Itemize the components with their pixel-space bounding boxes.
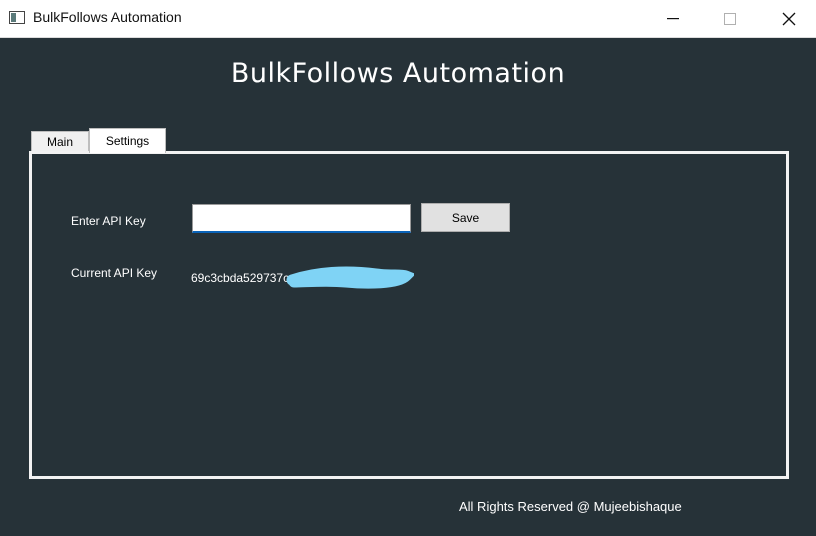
app-window-icon [9,11,25,24]
close-button[interactable] [766,0,812,37]
settings-panel [29,151,789,479]
api-key-input[interactable] [192,204,411,233]
tab-main[interactable]: Main [31,131,89,152]
footer-copyright: All Rights Reserved @ Mujeebishaque [459,499,682,514]
maximize-icon [724,12,736,25]
current-api-key-label: Current API Key [71,266,158,280]
window-titlebar: BulkFollows Automation [0,0,816,38]
close-icon [782,12,796,25]
window-title: BulkFollows Automation [33,9,182,25]
tab-settings[interactable]: Settings [89,128,166,153]
save-button[interactable]: Save [421,203,510,232]
maximize-button[interactable] [707,0,753,37]
redaction-scribble [286,266,414,289]
minimize-icon [667,17,679,19]
api-key-label: Enter API Key [71,214,146,228]
minimize-button[interactable] [650,0,696,37]
current-api-key-value: 69c3cbda529737c [191,271,290,285]
page-title: BulkFollows Automation [230,58,566,89]
